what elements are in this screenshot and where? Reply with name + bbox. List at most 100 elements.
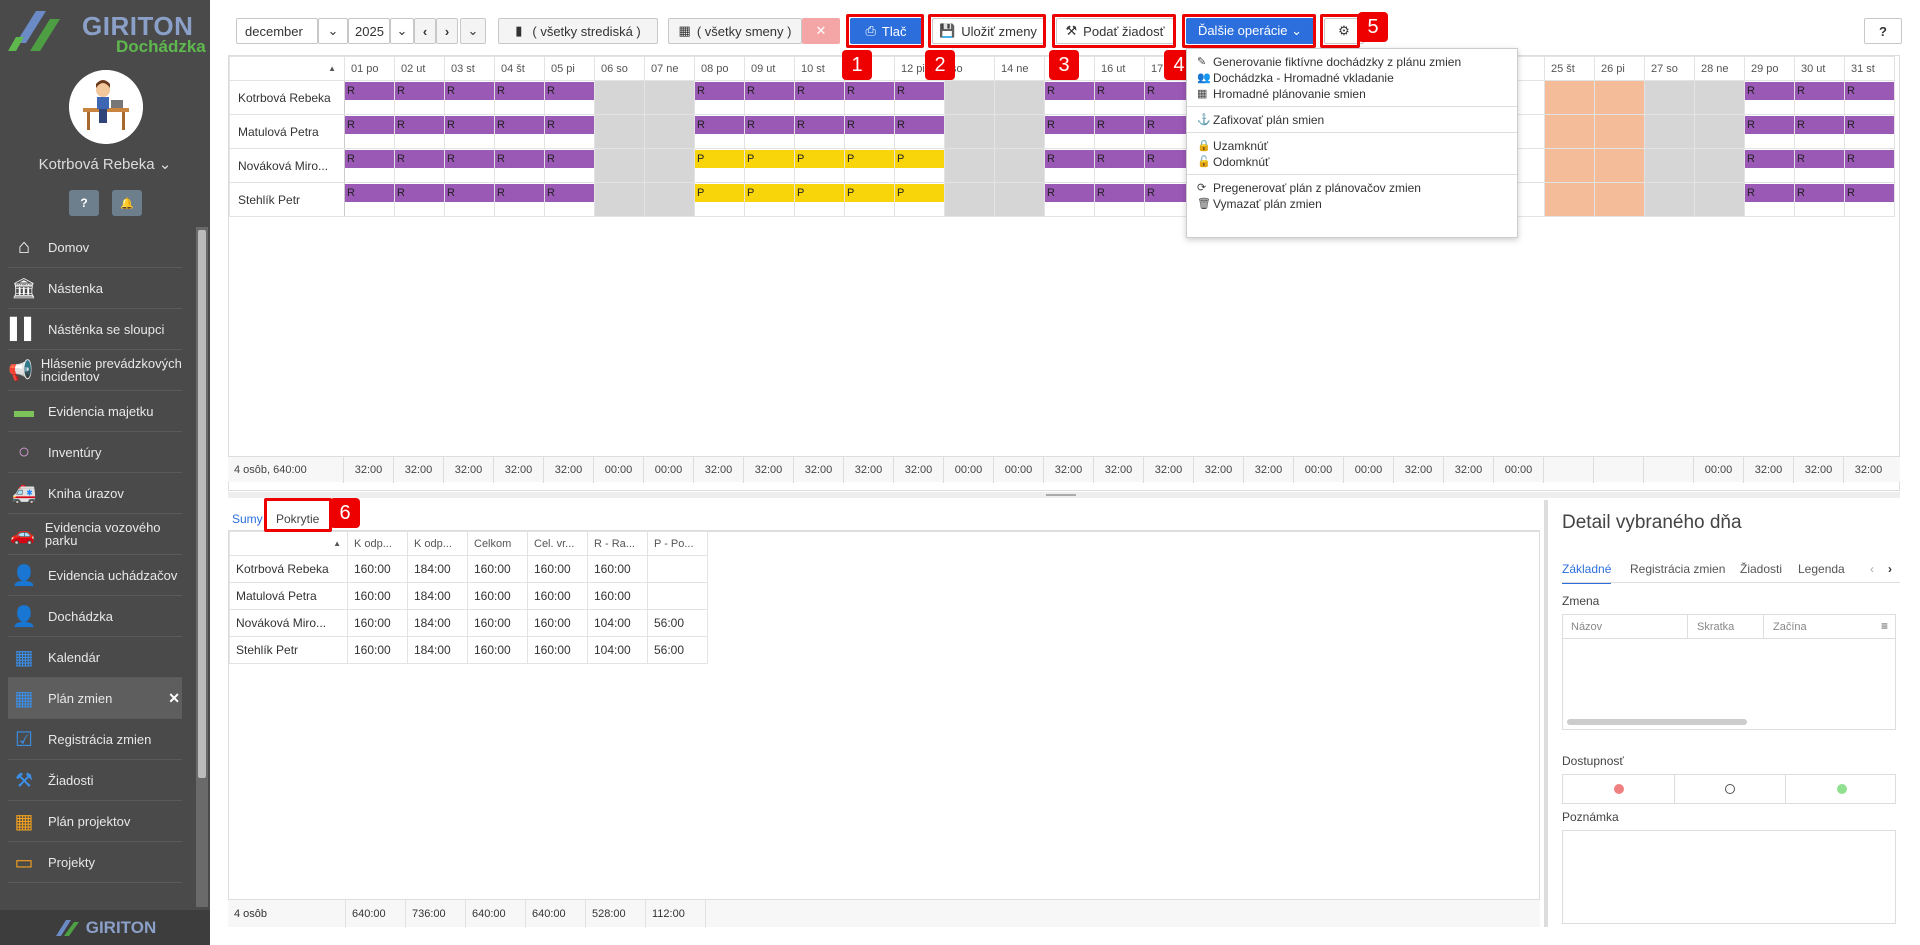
close-tab-icon[interactable]: ✕ <box>168 690 180 707</box>
next-month-button[interactable]: › <box>436 18 458 44</box>
sidebar-item-15[interactable]: ▭ Projekty <box>8 842 182 883</box>
menu-item-7[interactable]: 🗑 Vymazať plán zmien <box>1197 197 1322 211</box>
shift-col-abbr[interactable]: Skratka <box>1697 621 1734 633</box>
panel-splitter[interactable] <box>228 492 1900 498</box>
tabs-scroll-left-icon[interactable]: ‹ <box>1870 562 1874 576</box>
day-cell[interactable]: R <box>844 114 895 149</box>
sidebar-item-3[interactable]: 📢 Hlásenie prevádzkových incidentov <box>8 350 182 391</box>
day-header[interactable]: 07 ne <box>644 56 695 81</box>
day-cell[interactable] <box>1594 182 1645 217</box>
day-cell[interactable] <box>1694 80 1745 115</box>
note-textarea[interactable] <box>1562 830 1896 924</box>
menu-item-6[interactable]: ⟳ Pregenerovať plán z plánovačov zmien <box>1197 181 1421 195</box>
centers-filter[interactable]: ▮ ( všetky strediská ) <box>498 18 658 44</box>
day-cell[interactable]: R <box>794 80 845 115</box>
app-logo[interactable]: GIRITON Dochádzka <box>6 5 206 57</box>
day-cell[interactable]: P <box>694 182 745 217</box>
day-cell[interactable]: R <box>744 114 795 149</box>
sidebar-item-9[interactable]: 👤 Dochádzka <box>8 596 182 637</box>
day-cell[interactable] <box>944 114 995 149</box>
sidebar-item-2[interactable]: ▌▌ Nástěnka se sloupci <box>8 309 182 350</box>
column-menu-icon[interactable]: ≡ <box>1881 619 1888 633</box>
sums-row[interactable]: Matulová Petra 160:00 184:00 160:00 160:00 16… <box>229 582 708 610</box>
sums-col-header[interactable]: Cel. vr... <box>527 531 588 556</box>
sums-col-header[interactable]: K odp... <box>347 531 408 556</box>
day-cell[interactable]: R <box>494 148 545 183</box>
avatar[interactable] <box>69 70 143 144</box>
day-cell[interactable]: R <box>344 114 395 149</box>
day-cell[interactable] <box>1694 182 1745 217</box>
sidebar-item-12[interactable]: ☑ Registrácia zmien <box>8 719 182 760</box>
employee-name[interactable]: Matulová Petra <box>229 114 345 149</box>
day-cell[interactable]: R <box>1794 80 1845 115</box>
menu-item-3[interactable]: ⚓ Zafixovať plán smien <box>1197 113 1324 127</box>
day-cell[interactable]: R <box>694 80 745 115</box>
day-header[interactable]: 04 št <box>494 56 545 81</box>
day-cell[interactable]: R <box>694 114 745 149</box>
day-cell[interactable]: R <box>394 80 445 115</box>
day-cell[interactable] <box>1544 80 1595 115</box>
menu-item-5[interactable]: 🔓 Odomknúť <box>1197 155 1270 169</box>
day-cell[interactable]: P <box>744 182 795 217</box>
day-cell[interactable] <box>1594 148 1645 183</box>
menu-item-0[interactable]: ✎ Generovanie fiktívne dochádzky z plánu … <box>1197 55 1461 69</box>
sidebar-item-8[interactable]: 👤 Evidencia uchádzačov <box>8 555 182 596</box>
menu-item-4[interactable]: 🔒 Uzamknúť <box>1197 139 1268 153</box>
sidebar-item-10[interactable]: ▦ Kalendár <box>8 637 182 678</box>
sums-col-header[interactable]: P - Po... <box>647 531 708 556</box>
day-header[interactable]: 31 st <box>1844 56 1895 81</box>
day-header[interactable]: 28 ne <box>1694 56 1745 81</box>
sidebar-scroll-thumb[interactable] <box>198 230 206 778</box>
day-cell[interactable]: P <box>794 182 845 217</box>
day-header[interactable]: 25 št <box>1544 56 1595 81</box>
month-select[interactable]: december <box>236 18 318 44</box>
day-cell[interactable]: R <box>1094 182 1145 217</box>
day-header[interactable]: 26 pi <box>1594 56 1645 81</box>
sidebar-item-4[interactable]: ▬ Evidencia majetku <box>8 391 182 432</box>
day-cell[interactable]: R <box>394 182 445 217</box>
day-cell[interactable]: P <box>844 182 895 217</box>
day-cell[interactable] <box>994 80 1045 115</box>
day-cell[interactable]: R <box>894 80 945 115</box>
sidebar-item-14[interactable]: ▦ Plán projektov <box>8 801 182 842</box>
availability-unavailable[interactable] <box>1563 775 1674 803</box>
day-header[interactable]: 08 po <box>694 56 745 81</box>
day-cell[interactable] <box>994 182 1045 217</box>
day-cell[interactable] <box>594 114 645 149</box>
shifts-filter[interactable]: ▦ ( všetky smeny ) <box>668 18 802 44</box>
day-cell[interactable]: R <box>1794 182 1845 217</box>
day-cell[interactable] <box>594 182 645 217</box>
day-cell[interactable]: R <box>1744 114 1795 149</box>
day-cell[interactable]: R <box>544 182 595 217</box>
help-button[interactable]: ? <box>69 190 99 216</box>
day-cell[interactable] <box>644 114 695 149</box>
day-cell[interactable] <box>644 182 695 217</box>
day-cell[interactable]: R <box>1794 148 1845 183</box>
tab-detail-basic[interactable]: Základné <box>1562 562 1612 584</box>
day-header[interactable]: 14 ne <box>994 56 1045 81</box>
tabs-scroll-right-icon[interactable]: › <box>1888 562 1892 576</box>
day-cell[interactable]: R <box>1744 148 1795 183</box>
day-cell[interactable]: R <box>1744 182 1795 217</box>
day-header[interactable]: 29 po <box>1744 56 1795 81</box>
day-cell[interactable]: R <box>1844 148 1895 183</box>
day-cell[interactable] <box>594 80 645 115</box>
day-cell[interactable]: P <box>894 148 945 183</box>
day-cell[interactable] <box>1694 114 1745 149</box>
day-cell[interactable] <box>944 182 995 217</box>
day-cell[interactable] <box>1594 114 1645 149</box>
year-dropdown-button[interactable]: ⌄ <box>390 18 414 44</box>
sidebar-item-6[interactable]: 🚑 Kniha úrazov <box>8 473 182 514</box>
day-header[interactable]: 30 ut <box>1794 56 1845 81</box>
day-header[interactable]: 03 st <box>444 56 495 81</box>
page-help-button[interactable]: ? <box>1864 18 1902 44</box>
day-cell[interactable]: R <box>794 114 845 149</box>
day-cell[interactable]: P <box>844 148 895 183</box>
day-header[interactable]: 27 so <box>1644 56 1695 81</box>
availability-neutral[interactable] <box>1674 775 1786 803</box>
employee-name[interactable]: Nováková Miro... <box>229 148 345 183</box>
day-cell[interactable]: R <box>444 148 495 183</box>
user-name-dropdown[interactable]: Kotrbová Rebeka ⌄ <box>0 155 210 173</box>
day-cell[interactable] <box>944 80 995 115</box>
tab-sums[interactable]: Sumy <box>228 506 267 532</box>
